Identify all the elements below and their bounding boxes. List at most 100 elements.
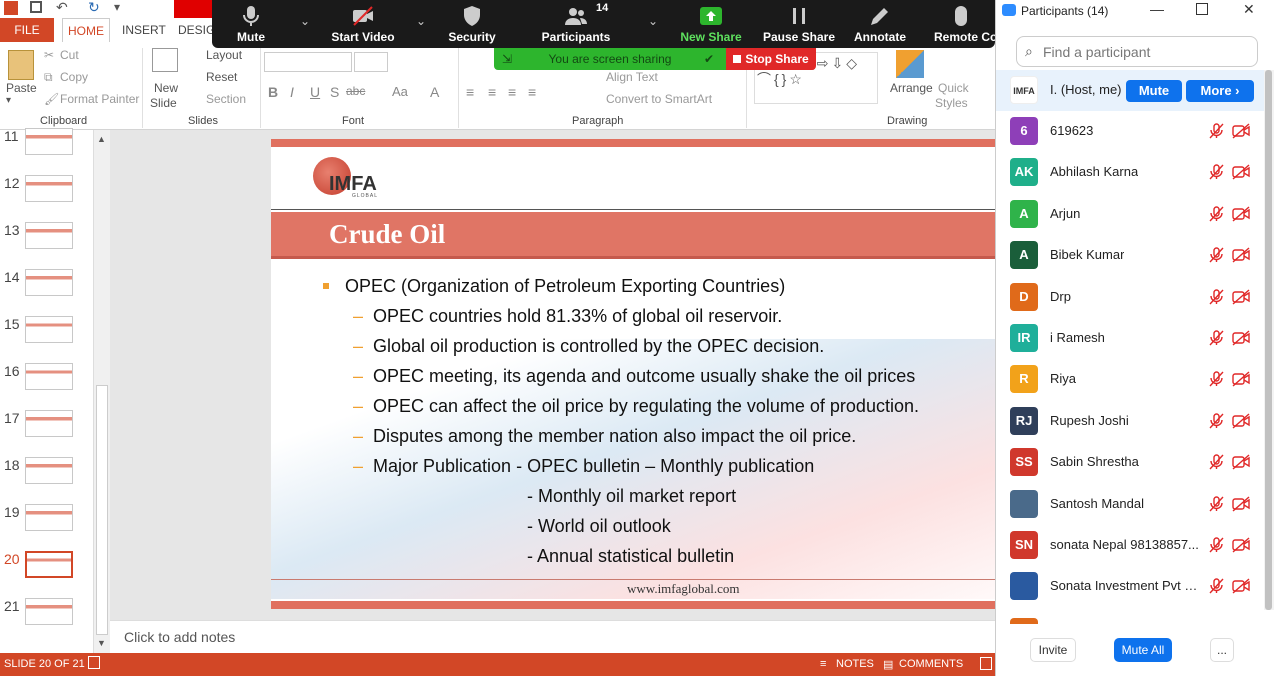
paste-button[interactable]: Paste xyxy=(6,81,37,95)
annotate-button[interactable]: Annotate xyxy=(848,0,912,48)
start-video-button[interactable]: Start Video xyxy=(326,0,400,48)
participants-options-icon[interactable]: ⌄ xyxy=(648,14,658,28)
sub-bullet[interactable]: OPEC countries hold 81.33% of global oil… xyxy=(373,306,782,327)
justify-icon[interactable]: ≡ xyxy=(528,84,536,100)
slide-thumbnail[interactable]: 16 xyxy=(0,363,94,403)
new-slide-icon[interactable] xyxy=(152,48,178,72)
sub-bullet[interactable]: Disputes among the member nation also im… xyxy=(373,426,856,447)
participants-scroll-thumb[interactable] xyxy=(1265,70,1272,610)
more-options-button[interactable]: ... xyxy=(1210,638,1234,662)
slide-thumbnail-image[interactable] xyxy=(25,363,73,390)
paste-dropdown-icon[interactable]: ▾ xyxy=(6,95,11,106)
align-left-icon[interactable]: ≡ xyxy=(466,84,474,100)
sub-bullet[interactable]: OPEC can affect the oil price by regulat… xyxy=(373,396,919,417)
slide-thumbnail[interactable]: 15 xyxy=(0,316,94,356)
arrange-icon[interactable] xyxy=(896,50,924,78)
slide-thumbnail-image[interactable] xyxy=(25,551,73,578)
participant-row[interactable]: Santosh Mandal xyxy=(996,484,1264,525)
underline-icon[interactable]: U xyxy=(310,84,320,100)
participant-row[interactable]: A Arjun xyxy=(996,194,1264,235)
undo-icon[interactable]: ↶ xyxy=(56,0,70,15)
participant-row[interactable]: IR i Ramesh xyxy=(996,318,1264,359)
slide-thumbnail-image[interactable] xyxy=(25,316,73,343)
change-case-icon[interactable]: Aa xyxy=(392,84,408,99)
paste-icon[interactable] xyxy=(8,50,34,80)
new-slide-label-2[interactable]: Slide xyxy=(150,96,177,110)
normal-view-icon[interactable] xyxy=(980,657,992,670)
participant-row[interactable]: A Bibek Kumar xyxy=(996,235,1264,276)
participant-row[interactable]: RJ Rupesh Joshi xyxy=(996,401,1264,442)
drag-handle-icon[interactable]: ⇲ xyxy=(502,48,512,70)
participant-row[interactable]: Sonata Investment Pvt Ltd xyxy=(996,566,1264,607)
participant-row[interactable]: R Riya xyxy=(996,359,1264,400)
slide-thumbnail[interactable]: 18 xyxy=(0,457,94,497)
audio-options-icon[interactable]: ⌄ xyxy=(300,14,310,28)
continuation-line[interactable]: - World oil outlook xyxy=(527,516,671,537)
participant-row[interactable]: D Drp xyxy=(996,277,1264,318)
slide-thumbnail-image[interactable] xyxy=(25,410,73,437)
sub-bullet[interactable]: OPEC meeting, its agenda and outcome usu… xyxy=(373,366,915,387)
new-slide-label-1[interactable]: New xyxy=(154,81,178,95)
slide-thumbnail-image[interactable] xyxy=(25,128,73,155)
tab-home[interactable]: HOME xyxy=(62,18,110,42)
scroll-up-icon[interactable]: ▲ xyxy=(97,134,106,144)
participant-row-host[interactable]: IMFA I. (Host, me) Mute More › xyxy=(996,70,1264,111)
slide-thumbnail-image[interactable] xyxy=(25,269,73,296)
font-color-icon[interactable]: A xyxy=(430,84,439,100)
align-center-icon[interactable]: ≡ xyxy=(488,84,496,100)
slide-thumbnail[interactable]: 17 xyxy=(0,410,94,450)
pause-share-button[interactable]: Pause Share xyxy=(762,0,836,48)
continuation-line[interactable]: - Monthly oil market report xyxy=(527,486,736,507)
remote-control-button[interactable]: Remote Co xyxy=(926,0,995,48)
sub-bullet[interactable]: Major Publication - OPEC bulletin – Mont… xyxy=(373,456,814,477)
stop-share-button[interactable]: Stop Share xyxy=(726,48,816,70)
security-button[interactable]: Security xyxy=(438,0,506,48)
invite-button[interactable]: Invite xyxy=(1030,638,1076,662)
participants-scrollbar[interactable] xyxy=(1264,70,1274,610)
slide-thumbnail[interactable]: 12 xyxy=(0,175,94,215)
spell-check-icon[interactable] xyxy=(88,656,100,669)
slide-thumbnail-image[interactable] xyxy=(25,175,73,202)
slide-thumbnail[interactable]: 14 xyxy=(0,269,94,309)
save-icon[interactable] xyxy=(30,1,42,13)
participant-row[interactable]: AK Abhilash Karna xyxy=(996,152,1264,193)
slide-thumbnail[interactable]: 11 xyxy=(0,128,94,168)
notes-button[interactable]: NOTES xyxy=(836,658,874,670)
participant-row[interactable]: 6 619623 xyxy=(996,111,1264,152)
continuation-line[interactable]: - Annual statistical bulletin xyxy=(527,546,734,567)
maximize-icon[interactable] xyxy=(1196,3,1208,15)
comments-button[interactable]: COMMENTS xyxy=(899,658,963,670)
new-share-button[interactable]: New Share xyxy=(676,0,746,48)
layout-button[interactable]: Layout xyxy=(206,48,242,62)
strikethrough-icon[interactable]: abc xyxy=(346,84,365,98)
quick-styles-label-1[interactable]: Quick xyxy=(938,81,969,95)
shadow-icon[interactable]: S xyxy=(330,84,339,100)
minimize-icon[interactable]: — xyxy=(1150,1,1164,17)
slide-title[interactable]: Crude Oil xyxy=(329,219,445,250)
tab-design[interactable]: DESIG xyxy=(174,18,214,42)
bullet-main[interactable]: OPEC (Organization of Petroleum Exportin… xyxy=(345,276,785,297)
mute-button[interactable]: Mute xyxy=(218,0,284,48)
align-text-button[interactable]: Align Text xyxy=(606,70,658,84)
font-family-select[interactable] xyxy=(264,52,352,72)
tab-insert[interactable]: INSERT xyxy=(118,18,166,42)
cut-button[interactable]: Cut xyxy=(60,48,79,62)
quick-styles-label-2[interactable]: Styles xyxy=(935,96,968,110)
slide-thumbnail-image[interactable] xyxy=(25,457,73,484)
slide-thumbnail[interactable]: 21 xyxy=(0,598,94,638)
convert-smartart-button[interactable]: Convert to SmartArt xyxy=(606,92,712,106)
format-painter-button[interactable]: Format Painter xyxy=(60,92,139,106)
participant-search[interactable]: ⌕ Find a participant xyxy=(1016,36,1258,67)
slide-thumbnail[interactable]: 19 xyxy=(0,504,94,544)
scroll-down-icon[interactable]: ▼ xyxy=(97,638,106,648)
current-slide[interactable]: IMFA GLOBAL Crude Oil OPEC (Organization… xyxy=(271,139,995,609)
font-size-select[interactable] xyxy=(354,52,388,72)
slide-thumbnail-image[interactable] xyxy=(25,504,73,531)
slide-thumbnail[interactable]: 20 xyxy=(0,551,94,591)
slide-thumbnail[interactable]: 13 xyxy=(0,222,94,262)
participants-button[interactable]: Participants 14 xyxy=(534,0,618,48)
participant-row[interactable]: SS Sabin Shrestha xyxy=(996,442,1264,483)
participant-row[interactable]: SN sonata Nepal 98138857... xyxy=(996,525,1264,566)
bold-icon[interactable]: B xyxy=(268,84,278,100)
slide-thumbnail-image[interactable] xyxy=(25,222,73,249)
